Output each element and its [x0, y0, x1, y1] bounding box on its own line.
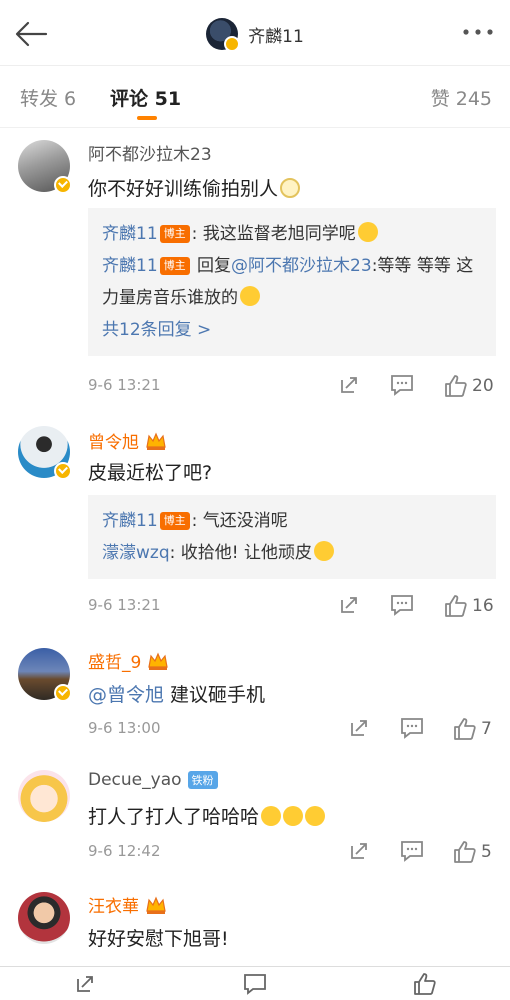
- header-avatar[interactable]: [206, 18, 241, 52]
- comment-author[interactable]: Decue_yao 铁粉: [88, 770, 218, 790]
- bottom-action-bar: [0, 966, 510, 1000]
- comment-text: @曾令旭 建议砸手机: [88, 684, 266, 706]
- like-button[interactable]: 20: [444, 374, 494, 398]
- like-count: 5: [481, 842, 492, 862]
- thumbs-up-icon: [414, 972, 436, 995]
- avatar[interactable]: [18, 140, 72, 194]
- comment-item: 曾令旭 皮最近松了吧? 齐麟11 博主: 气还没消呢 濛濛wzq: 收拾他! 让他…: [0, 418, 510, 636]
- comment-item: 盛哲_9 @曾令旭 建议砸手机 9-6 13:00 7: [0, 640, 510, 760]
- comment-text: 打人了打人了哈哈哈: [88, 802, 326, 829]
- timestamp: 9-6 13:00: [88, 719, 161, 737]
- reply-item: 齐麟11 博主: 气还没消呢: [102, 511, 288, 531]
- comment-item: 汪衣華 好好安慰下旭哥!: [0, 884, 510, 966]
- reply-icon[interactable]: [400, 717, 424, 739]
- reply-author[interactable]: 齐麟11: [102, 224, 158, 244]
- cat-emoji-icon: [261, 806, 282, 826]
- comment-author[interactable]: 阿不都沙拉木23: [88, 140, 212, 165]
- comment-text: 好好安慰下旭哥!: [88, 928, 229, 950]
- verified-badge-icon: [54, 176, 72, 194]
- tab-like[interactable]: 赞 245: [431, 84, 492, 111]
- comment-author[interactable]: 曾令旭: [88, 428, 167, 453]
- more-options-icon[interactable]: [460, 22, 496, 42]
- reply-thread[interactable]: 齐麟11 博主: 气还没消呢 濛濛wzq: 收拾他! 让他顽皮: [88, 495, 496, 579]
- like-button[interactable]: 7: [453, 717, 492, 741]
- comment-author[interactable]: 盛哲_9: [88, 648, 169, 673]
- comment-text: 你不好好训练偷拍别人: [88, 174, 301, 201]
- active-tab-indicator: [137, 116, 157, 120]
- tab-bar: 转发 6 评论 51 赞 245: [0, 66, 510, 128]
- reply-item: 濛濛wzq: 收拾他! 让他顽皮: [102, 537, 482, 569]
- reply-item: 齐麟11 博主 回复@阿不都沙拉木23:等等 等等 这力量房音乐谁放的: [102, 256, 474, 308]
- blogger-badge: 博主: [159, 257, 190, 275]
- cat-emoji-icon: [240, 286, 260, 306]
- sunglasses-emoji-icon: [280, 178, 301, 198]
- cat-emoji-icon: [305, 806, 326, 826]
- timestamp: 9-6 13:21: [88, 376, 161, 394]
- comment-author[interactable]: 汪衣華: [88, 892, 167, 917]
- thumbs-up-icon: [454, 841, 476, 863]
- comment-meta: 9-6 13:21 20: [88, 374, 496, 398]
- cat-emoji-icon: [283, 806, 304, 826]
- bottom-repost-button[interactable]: [0, 967, 170, 1000]
- blogger-badge: 博主: [159, 225, 190, 243]
- fan-badge: 铁粉: [187, 771, 218, 789]
- reply-item: 齐麟11 博主: 我这监督老旭同学呢: [102, 218, 482, 250]
- mention-link[interactable]: @曾令旭: [88, 684, 164, 706]
- avatar[interactable]: [18, 892, 72, 946]
- thumbs-up-icon: [445, 375, 467, 397]
- avatar[interactable]: [18, 426, 72, 480]
- cat-emoji-icon: [357, 222, 378, 242]
- comment-meta: 9-6 13:21 16: [88, 594, 496, 618]
- thumbs-up-icon: [454, 718, 476, 740]
- comment-icon: [244, 973, 266, 995]
- share-icon[interactable]: [338, 374, 360, 396]
- comment-meta: 9-6 13:00 7: [88, 717, 496, 741]
- page-title: 齐麟11: [248, 26, 304, 47]
- thumbs-up-icon: [445, 595, 467, 617]
- like-count: 20: [472, 376, 494, 396]
- timestamp: 9-6 12:42: [88, 842, 161, 860]
- timestamp: 9-6 13:21: [88, 596, 161, 614]
- bottom-like-button[interactable]: [340, 967, 510, 1000]
- reply-author[interactable]: 齐麟11: [102, 256, 158, 276]
- header-title-group[interactable]: 齐麟11: [0, 18, 510, 52]
- laughing-emoji-icon: [313, 541, 334, 561]
- repost-icon: [77, 975, 93, 992]
- comment-text: 皮最近松了吧?: [88, 462, 213, 484]
- like-button[interactable]: 5: [453, 840, 492, 864]
- view-more-replies-link[interactable]: 共12条回复 >: [102, 314, 482, 346]
- reply-author[interactable]: 齐麟11: [102, 511, 158, 531]
- reply-author[interactable]: 濛濛wzq: [102, 543, 170, 563]
- reply-thread[interactable]: 齐麟11 博主: 我这监督老旭同学呢 齐麟11 博主 回复@阿不都沙拉木23:等等 …: [88, 208, 496, 356]
- reply-icon[interactable]: [400, 840, 424, 862]
- vip-crown-icon: [146, 431, 166, 450]
- verified-badge-icon: [54, 462, 72, 480]
- reply-icon[interactable]: [390, 374, 414, 396]
- reply-icon[interactable]: [390, 594, 414, 616]
- mention-link[interactable]: @阿不都沙拉木23: [231, 256, 372, 276]
- tab-repost[interactable]: 转发 6: [20, 84, 76, 111]
- comment-meta: 9-6 12:42 5: [88, 840, 496, 864]
- blogger-badge: 博主: [159, 512, 190, 530]
- avatar[interactable]: [18, 770, 72, 824]
- like-count: 7: [481, 719, 492, 739]
- share-icon[interactable]: [338, 594, 360, 616]
- share-icon[interactable]: [348, 717, 370, 739]
- comment-item: 阿不都沙拉木23 你不好好训练偷拍别人 齐麟11 博主: 我这监督老旭同学呢 齐麟…: [0, 128, 510, 413]
- vip-crown-icon: [146, 895, 166, 914]
- like-count: 16: [472, 596, 494, 616]
- avatar[interactable]: [18, 648, 72, 702]
- top-nav-bar: 齐麟11: [0, 0, 510, 66]
- share-icon[interactable]: [348, 840, 370, 862]
- comment-item: Decue_yao 铁粉 打人了打人了哈哈哈 9-6 12:42 5: [0, 762, 510, 882]
- bottom-comment-button[interactable]: [170, 967, 340, 1000]
- verified-badge-icon: [54, 684, 72, 702]
- like-button[interactable]: 16: [444, 594, 494, 618]
- vip-crown-icon: [148, 651, 169, 670]
